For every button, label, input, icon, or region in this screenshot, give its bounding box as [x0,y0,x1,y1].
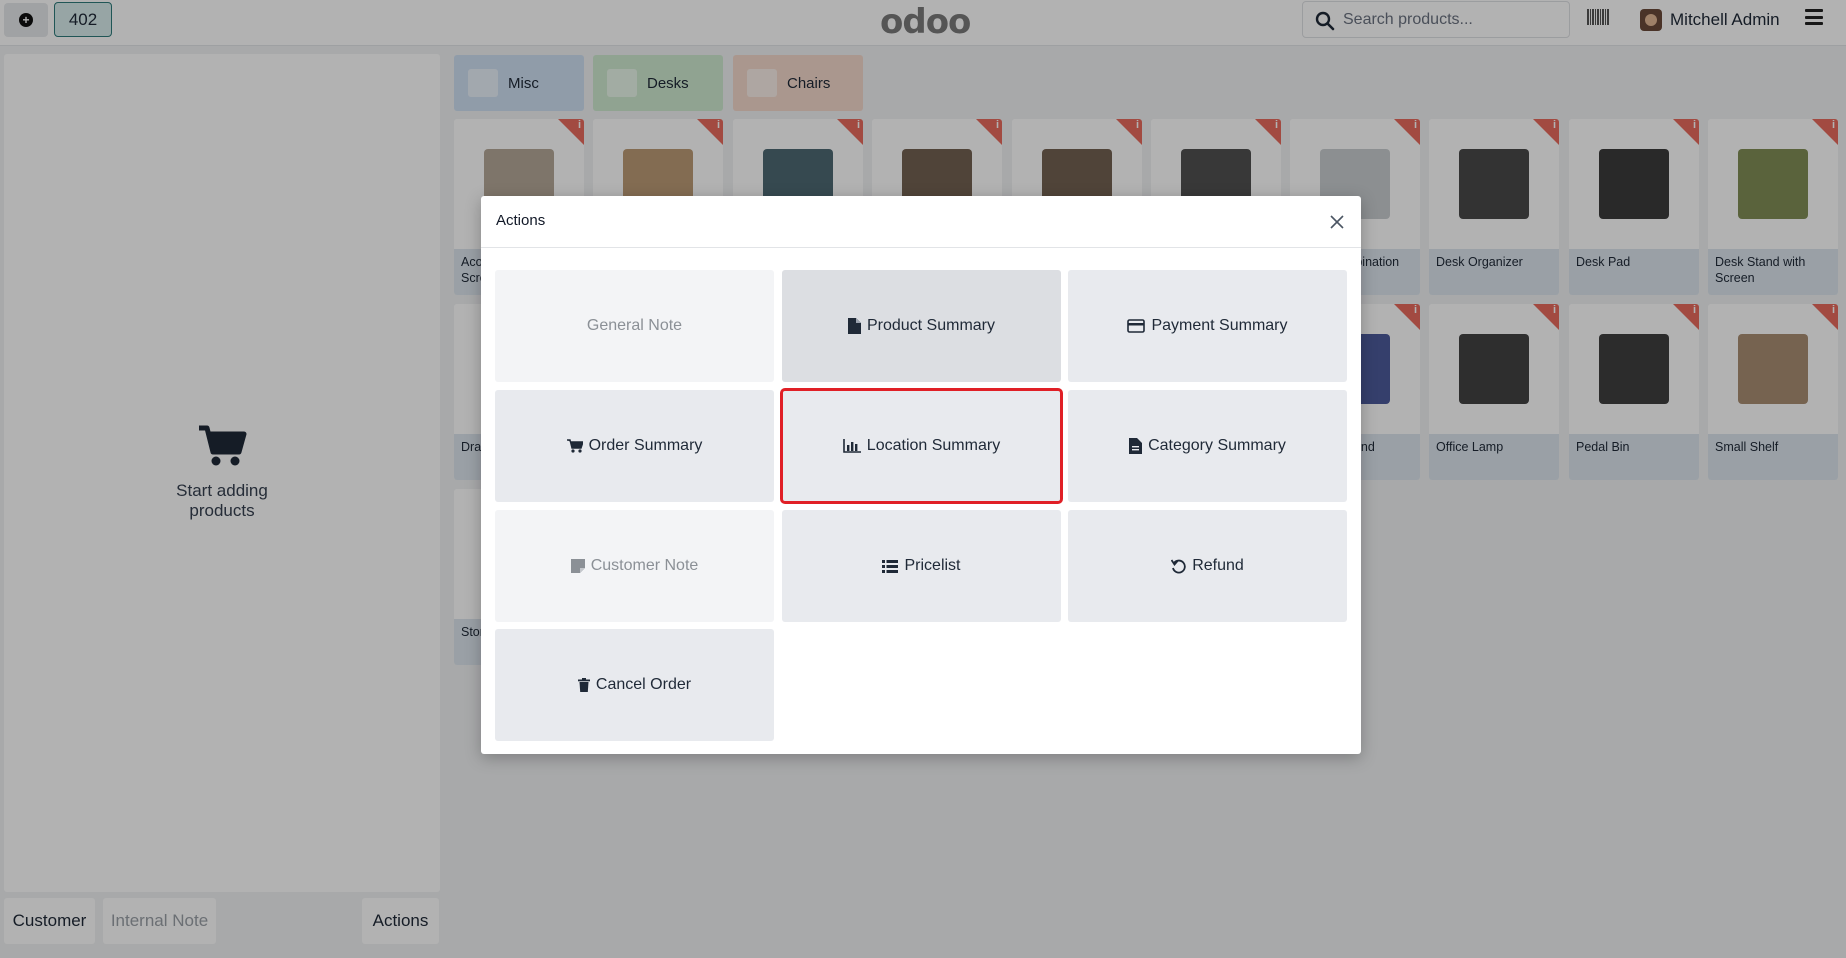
cancel-order-button[interactable]: Cancel Order [495,629,774,741]
order-summary-button[interactable]: Order Summary [495,390,774,502]
button-label: Order Summary [588,437,703,454]
file-text-icon [1129,438,1143,454]
actions-dialog: Actions General Note Product Summary Pay… [481,196,1361,754]
close-button[interactable] [1323,208,1351,236]
payment-summary-button[interactable]: Payment Summary [1068,270,1347,382]
button-label: Customer Note [590,557,699,574]
shopping-cart-icon [566,439,583,453]
button-label: General Note [586,317,683,334]
button-label: Pricelist [904,557,961,574]
general-note-button[interactable]: General Note [495,270,774,382]
dialog-header: Actions [481,196,1361,248]
file-icon [847,318,861,334]
button-label: Location Summary [866,437,1001,454]
trash-icon [577,678,590,692]
credit-card-icon [1127,319,1146,333]
refund-button[interactable]: Refund [1068,510,1347,622]
list-icon [882,559,899,573]
button-label: Refund [1192,557,1244,574]
customer-note-button[interactable]: Customer Note [495,510,774,622]
undo-icon [1171,559,1186,574]
pricelist-button[interactable]: Pricelist [782,510,1061,622]
product-summary-button[interactable]: Product Summary [782,270,1061,382]
location-summary-button[interactable]: Location Summary [780,388,1063,504]
dialog-title: Actions [496,212,546,229]
category-summary-button[interactable]: Category Summary [1068,390,1347,502]
button-label: Payment Summary [1151,317,1288,334]
button-label: Category Summary [1148,437,1286,454]
bar-chart-icon [842,439,861,453]
sticky-note-icon [570,559,585,573]
close-icon [1330,215,1344,229]
button-label: Cancel Order [595,676,692,693]
button-label: Product Summary [866,317,996,334]
